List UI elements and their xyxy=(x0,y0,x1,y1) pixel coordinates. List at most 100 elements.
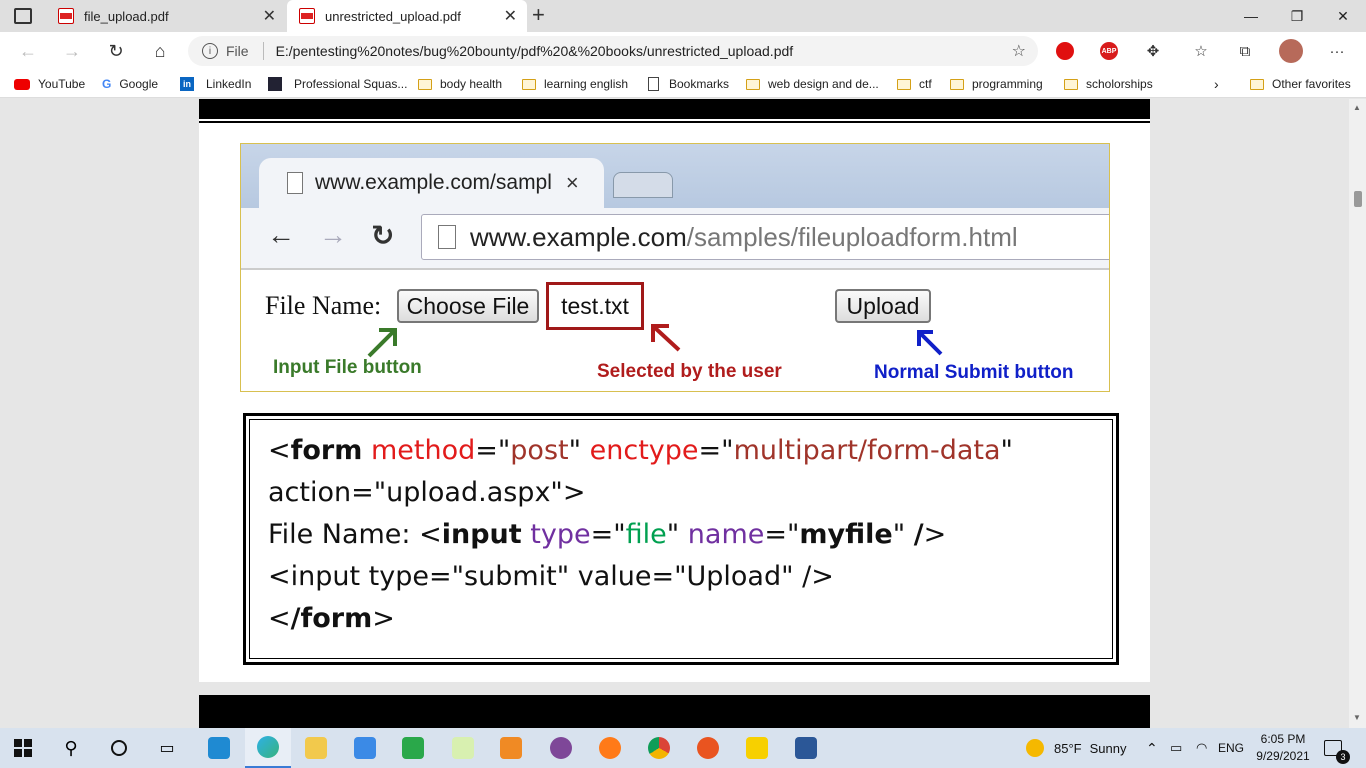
code-line-2: action="upload.aspx"> xyxy=(268,477,586,508)
restore-button[interactable]: ❐ xyxy=(1274,0,1320,32)
word-app[interactable] xyxy=(783,728,829,768)
clock[interactable]: 6:05 PM 9/29/2021 xyxy=(1250,731,1316,765)
code-line-5: </form> xyxy=(268,598,1094,640)
adblock-icon[interactable] xyxy=(1052,38,1078,64)
scroll-up-icon[interactable]: ▲ xyxy=(1353,103,1361,112)
bookmark-professional[interactable]: Professional Squas... xyxy=(268,70,407,98)
bookmark-bookmarks[interactable]: Bookmarks xyxy=(648,70,729,98)
figure-tab: www.example.com/sampl × xyxy=(259,158,604,208)
weather-temp: 85°F xyxy=(1054,740,1082,756)
tab-unrestricted-upload[interactable]: unrestricted_upload.pdf ✕ xyxy=(287,0,527,32)
bookmark-learning-english[interactable]: learning english xyxy=(522,70,628,98)
search-icon: ⚲ xyxy=(64,737,78,758)
edge-app[interactable] xyxy=(245,728,291,768)
time: 6:05 PM xyxy=(1260,732,1306,746)
vscode-app[interactable] xyxy=(196,728,242,768)
refresh-button[interactable]: ↻ xyxy=(98,32,134,70)
vertical-scrollbar[interactable]: ▲ ▼ xyxy=(1349,99,1366,728)
code-token: < xyxy=(268,435,291,466)
divider xyxy=(262,42,264,60)
tor-app[interactable] xyxy=(538,728,584,768)
weather-widget[interactable]: 85°F Sunny xyxy=(1026,728,1126,768)
bookmark-ctf[interactable]: ctf xyxy=(897,70,932,98)
bookmark-google[interactable]: G Google xyxy=(102,70,158,98)
language-indicator[interactable]: ENG xyxy=(1218,728,1244,768)
folder-icon xyxy=(1250,78,1264,90)
pdf-viewer[interactable]: www.example.com/sampl × ← → ↻ www.exampl… xyxy=(0,99,1349,728)
code-token: form xyxy=(290,435,363,466)
store-app[interactable] xyxy=(342,728,388,768)
folder-icon xyxy=(746,78,760,90)
close-window-button[interactable]: ✕ xyxy=(1320,0,1366,32)
bookmark-body-health[interactable]: body health xyxy=(418,70,502,98)
chevron-up-icon[interactable]: ⌃ xyxy=(1146,728,1158,768)
add-favorite-icon[interactable]: ☆ xyxy=(1012,41,1026,61)
abp-icon[interactable]: ABP xyxy=(1096,38,1122,64)
figure-address-bar: www.example.com/samples/fileuploadform.h… xyxy=(421,214,1109,260)
code-token: > xyxy=(923,519,947,550)
code-token: input xyxy=(441,519,522,550)
chrome-app[interactable] xyxy=(636,728,682,768)
search-button[interactable]: ⚲ xyxy=(48,728,94,768)
ubuntu-app[interactable] xyxy=(685,728,731,768)
tab-actions-icon[interactable] xyxy=(14,8,32,24)
battery-icon[interactable]: ▭ xyxy=(1170,728,1182,768)
avatar[interactable] xyxy=(1278,38,1304,64)
app-icon-5[interactable] xyxy=(390,728,436,768)
code-text: <form method="post" enctype="multipart/f… xyxy=(249,419,1113,659)
close-icon[interactable]: ✕ xyxy=(263,6,276,26)
forward-button[interactable]: → xyxy=(54,32,90,70)
close-icon[interactable]: ✕ xyxy=(504,6,517,26)
cortana-button[interactable] xyxy=(96,728,142,768)
bookmark-youtube[interactable]: YouTube xyxy=(14,70,85,98)
home-button[interactable]: ⌂ xyxy=(142,32,178,70)
info-icon[interactable]: i xyxy=(202,43,218,59)
bookmark-other-favorites[interactable]: Other favorites xyxy=(1250,70,1351,98)
divider xyxy=(199,121,1150,123)
start-button[interactable] xyxy=(0,728,46,768)
bookmark-programming[interactable]: programming xyxy=(950,70,1043,98)
new-tab-button[interactable]: + xyxy=(532,2,545,28)
back-button[interactable]: ← xyxy=(10,32,46,70)
chrome-icon xyxy=(648,737,670,759)
scroll-down-icon[interactable]: ▼ xyxy=(1353,713,1361,722)
more-icon[interactable]: ··· xyxy=(1324,38,1350,64)
task-view-button[interactable]: ▭ xyxy=(144,728,190,768)
puzzle-icon[interactable]: ✥ xyxy=(1140,38,1166,64)
code-token: type xyxy=(530,519,591,550)
wifi-icon[interactable]: ◠ xyxy=(1196,728,1207,768)
chevron-right-icon[interactable]: › xyxy=(1214,70,1219,98)
scrollbar-thumb[interactable] xyxy=(1354,191,1362,207)
xd-app[interactable] xyxy=(440,728,486,768)
code-token: File Name: < xyxy=(268,519,442,550)
url-text[interactable]: E:/pentesting%20notes/bug%20bounty/pdf%2… xyxy=(276,43,794,59)
notification-count: 3 xyxy=(1336,750,1350,764)
bookmark-scholorships[interactable]: scholorships xyxy=(1064,70,1153,98)
edge-icon xyxy=(257,736,279,758)
sublime-app[interactable] xyxy=(488,728,534,768)
youtube-icon xyxy=(14,78,30,90)
sticky-notes-app[interactable] xyxy=(734,728,780,768)
divider xyxy=(241,268,1109,270)
address-toolbar: ← → ↻ ⌂ i File E:/pentesting%20notes/bug… xyxy=(0,32,1366,70)
favorites-icon[interactable]: ☆ xyxy=(1188,38,1214,64)
app-icon xyxy=(402,737,424,759)
choose-file-button: Choose File xyxy=(397,289,539,323)
xd-icon xyxy=(452,737,474,759)
tab-file-upload[interactable]: file_upload.pdf ✕ xyxy=(46,0,286,32)
address-bar[interactable]: i File E:/pentesting%20notes/bug%20bount… xyxy=(188,36,1038,66)
code-token: " xyxy=(568,435,590,466)
collections-icon[interactable]: ⧉ xyxy=(1232,38,1258,64)
firefox-app[interactable] xyxy=(587,728,633,768)
notifications-button[interactable]: 3 xyxy=(1324,728,1350,768)
bookmark-linkedin[interactable]: in LinkedIn xyxy=(180,70,251,98)
minimize-button[interactable]: — xyxy=(1228,0,1274,32)
figure-url-path: /samples/fileuploadform.html xyxy=(686,221,1018,252)
code-token: enctype xyxy=(589,435,699,466)
code-token: post xyxy=(510,435,569,466)
bookmark-web-design[interactable]: web design and de... xyxy=(746,70,879,98)
page-icon xyxy=(438,225,456,249)
folder-icon xyxy=(1064,78,1078,90)
linkedin-icon: in xyxy=(180,77,194,91)
file-explorer-app[interactable] xyxy=(293,728,339,768)
